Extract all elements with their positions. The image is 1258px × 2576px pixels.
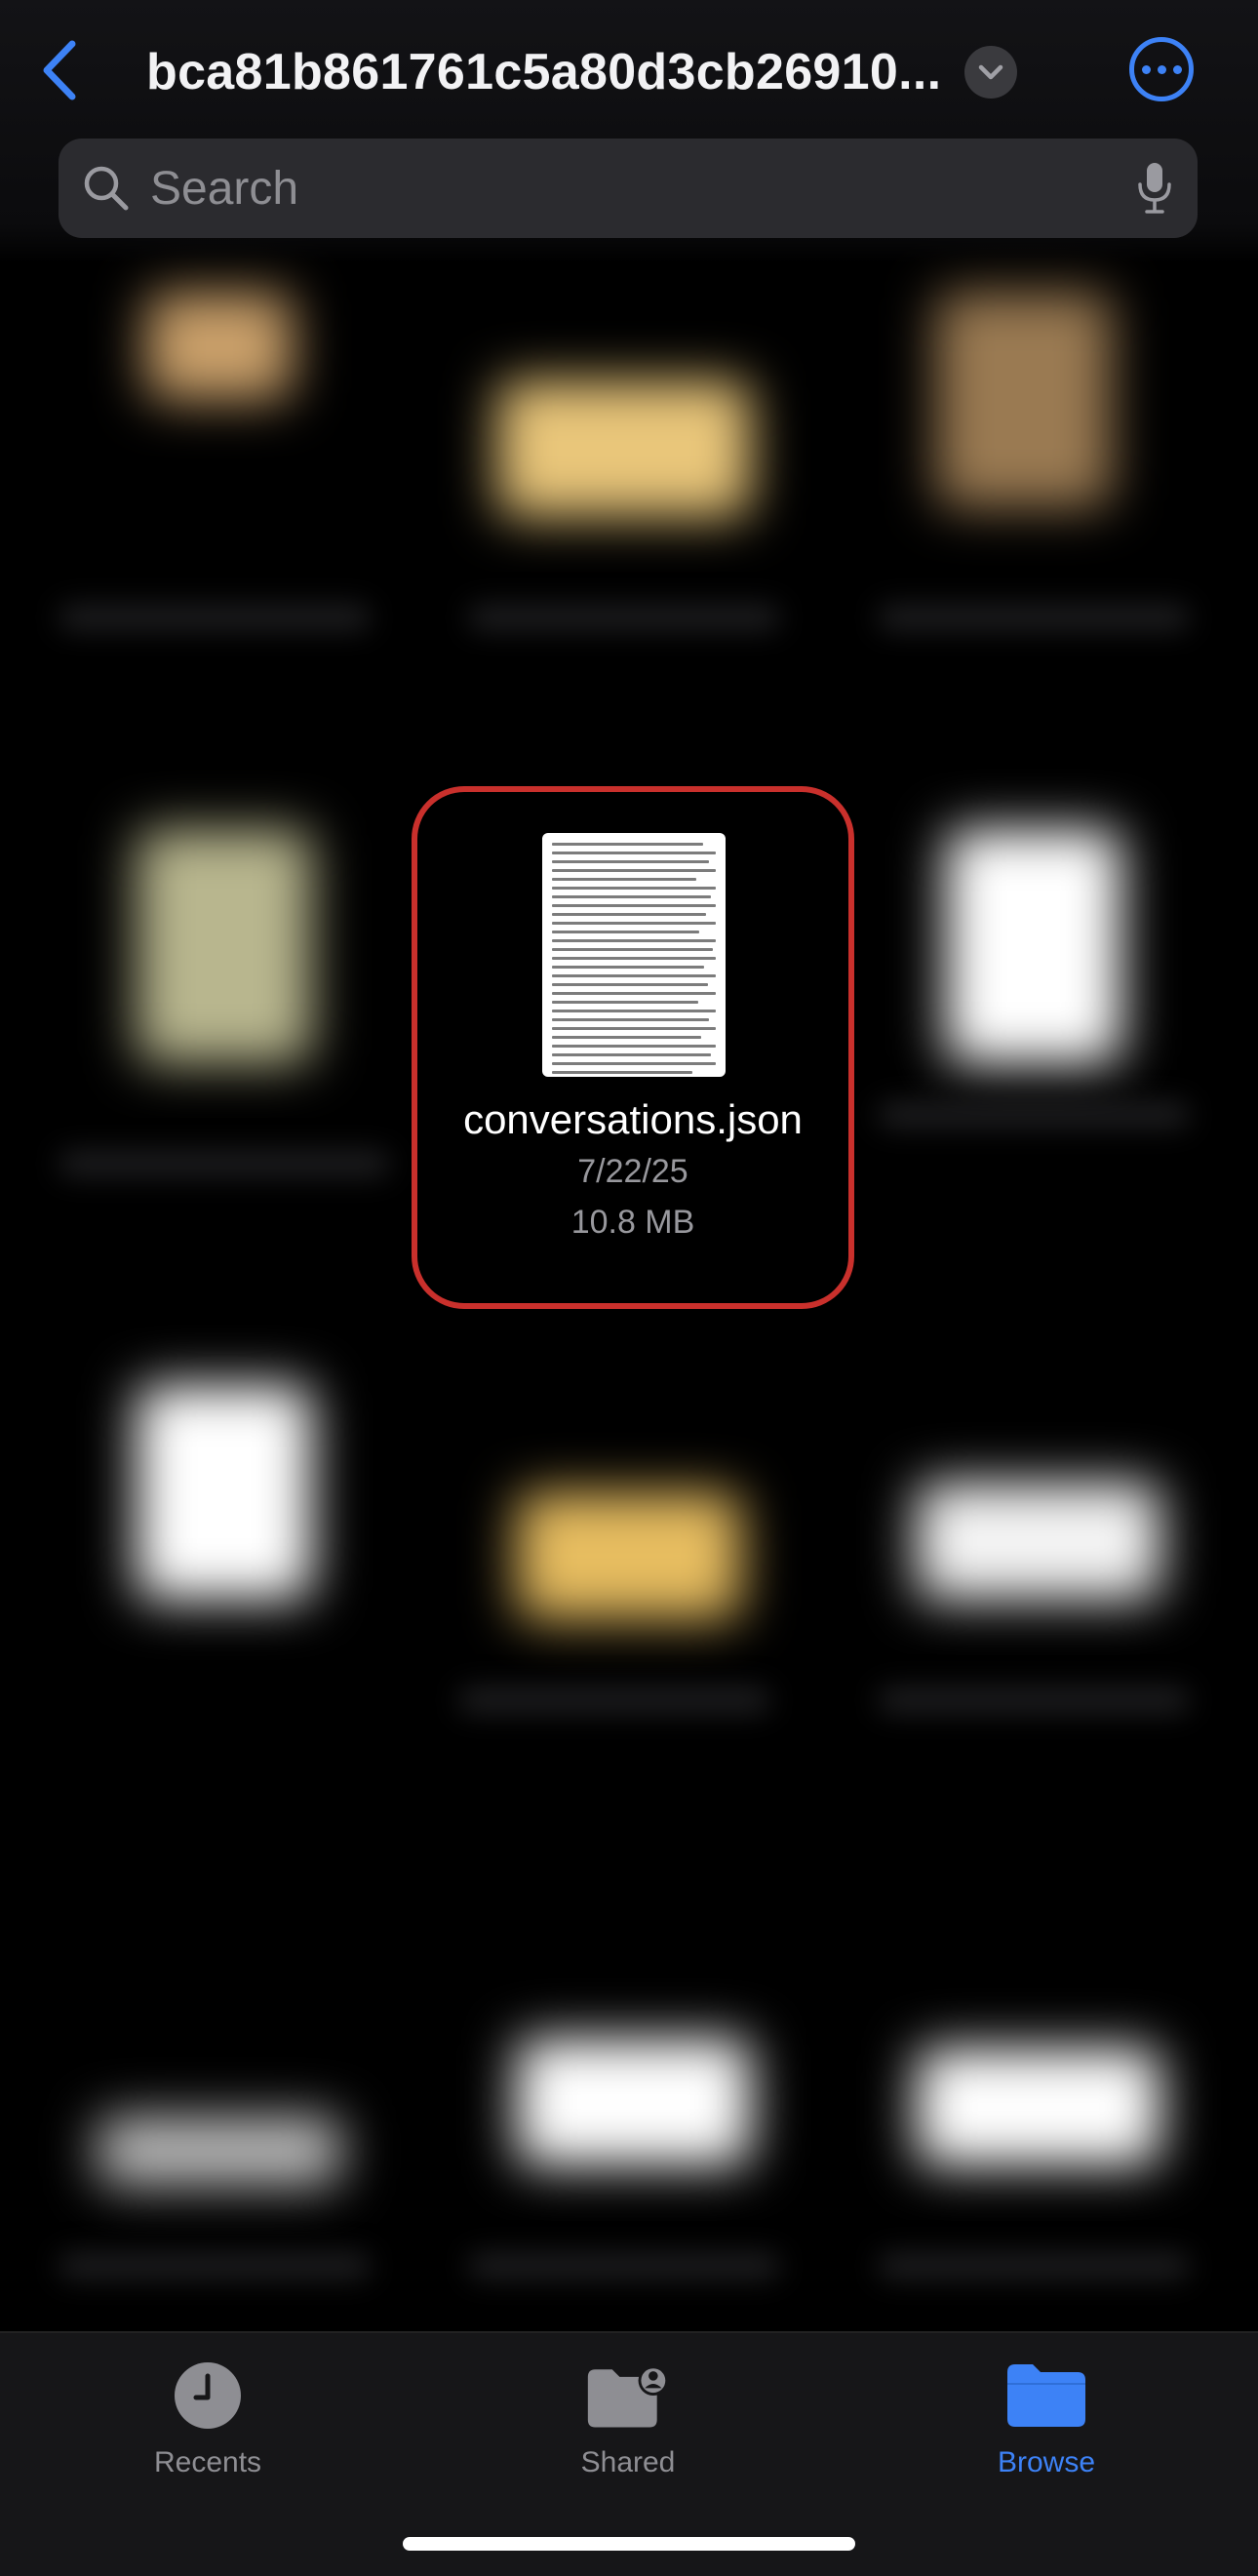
blurred-file-thumbnail[interactable] — [917, 2048, 1160, 2165]
search-input[interactable] — [148, 160, 1135, 217]
file-name: conversations.json — [463, 1096, 803, 1142]
blurred-file-thumbnail[interactable] — [98, 2117, 341, 2185]
blurred-file-label — [59, 1151, 390, 1176]
tab-label: Browse — [997, 2446, 1096, 2478]
blurred-file-thumbnail[interactable] — [517, 1492, 741, 1619]
blurred-file-thumbnail[interactable] — [137, 1385, 312, 1600]
chevron-left-icon — [43, 40, 76, 100]
blurred-file-label — [878, 1102, 1190, 1128]
ellipsis-circle-icon — [1141, 64, 1151, 74]
navigation-header: bca81b861761c5a80d3cb26910... — [0, 0, 1258, 263]
title-menu-button[interactable] — [964, 46, 1018, 99]
blurred-file-label — [878, 1687, 1190, 1713]
folder-title-menu[interactable]: bca81b861761c5a80d3cb26910... — [146, 33, 1024, 111]
home-indicator[interactable] — [403, 2537, 855, 2551]
magnifying-glass-icon — [84, 166, 129, 211]
clock-icon — [164, 2357, 252, 2435]
blurred-file-thumbnail[interactable] — [497, 380, 751, 517]
blurred-file-thumbnail[interactable] — [137, 829, 312, 1063]
files-app-screen: conversations.json 7/22/25 10.8 MB bca81… — [0, 0, 1258, 2576]
file-date: 7/22/25 — [577, 1153, 688, 1190]
blurred-file-label — [59, 2253, 371, 2279]
file-item-conversations-json[interactable]: conversations.json 7/22/25 10.8 MB — [412, 786, 854, 1309]
folder-title: bca81b861761c5a80d3cb26910... — [146, 44, 942, 100]
back-button[interactable] — [29, 29, 88, 111]
blurred-file-label — [458, 1687, 770, 1713]
tab-shared[interactable]: Shared — [482, 2357, 774, 2479]
chevron-down-icon — [979, 64, 1003, 80]
blurred-file-label — [468, 2253, 780, 2279]
tab-recents[interactable]: Recents — [61, 2357, 354, 2479]
tab-browse[interactable]: Browse — [900, 2357, 1193, 2479]
tab-label: Shared — [580, 2446, 676, 2478]
search-bar[interactable] — [59, 139, 1198, 238]
microphone-icon[interactable] — [1135, 161, 1174, 216]
file-size: 10.8 MB — [570, 1204, 695, 1241]
blurred-file-thumbnail[interactable] — [917, 1483, 1160, 1600]
blurred-file-thumbnail[interactable] — [517, 2039, 751, 2165]
blurred-file-thumbnail[interactable] — [946, 829, 1121, 1063]
shared-folder-icon — [584, 2357, 672, 2435]
blurred-file-label — [878, 605, 1190, 630]
blurred-file-thumbnail[interactable] — [936, 293, 1112, 507]
more-options-button[interactable] — [1129, 37, 1194, 101]
file-thumbnail — [542, 833, 726, 1077]
folder-icon — [1002, 2357, 1090, 2435]
tab-label: Recents — [153, 2446, 262, 2478]
blurred-file-label — [468, 605, 780, 630]
blurred-file-thumbnail[interactable] — [146, 293, 293, 400]
blurred-file-label — [878, 2253, 1190, 2279]
blurred-file-label — [59, 605, 371, 630]
